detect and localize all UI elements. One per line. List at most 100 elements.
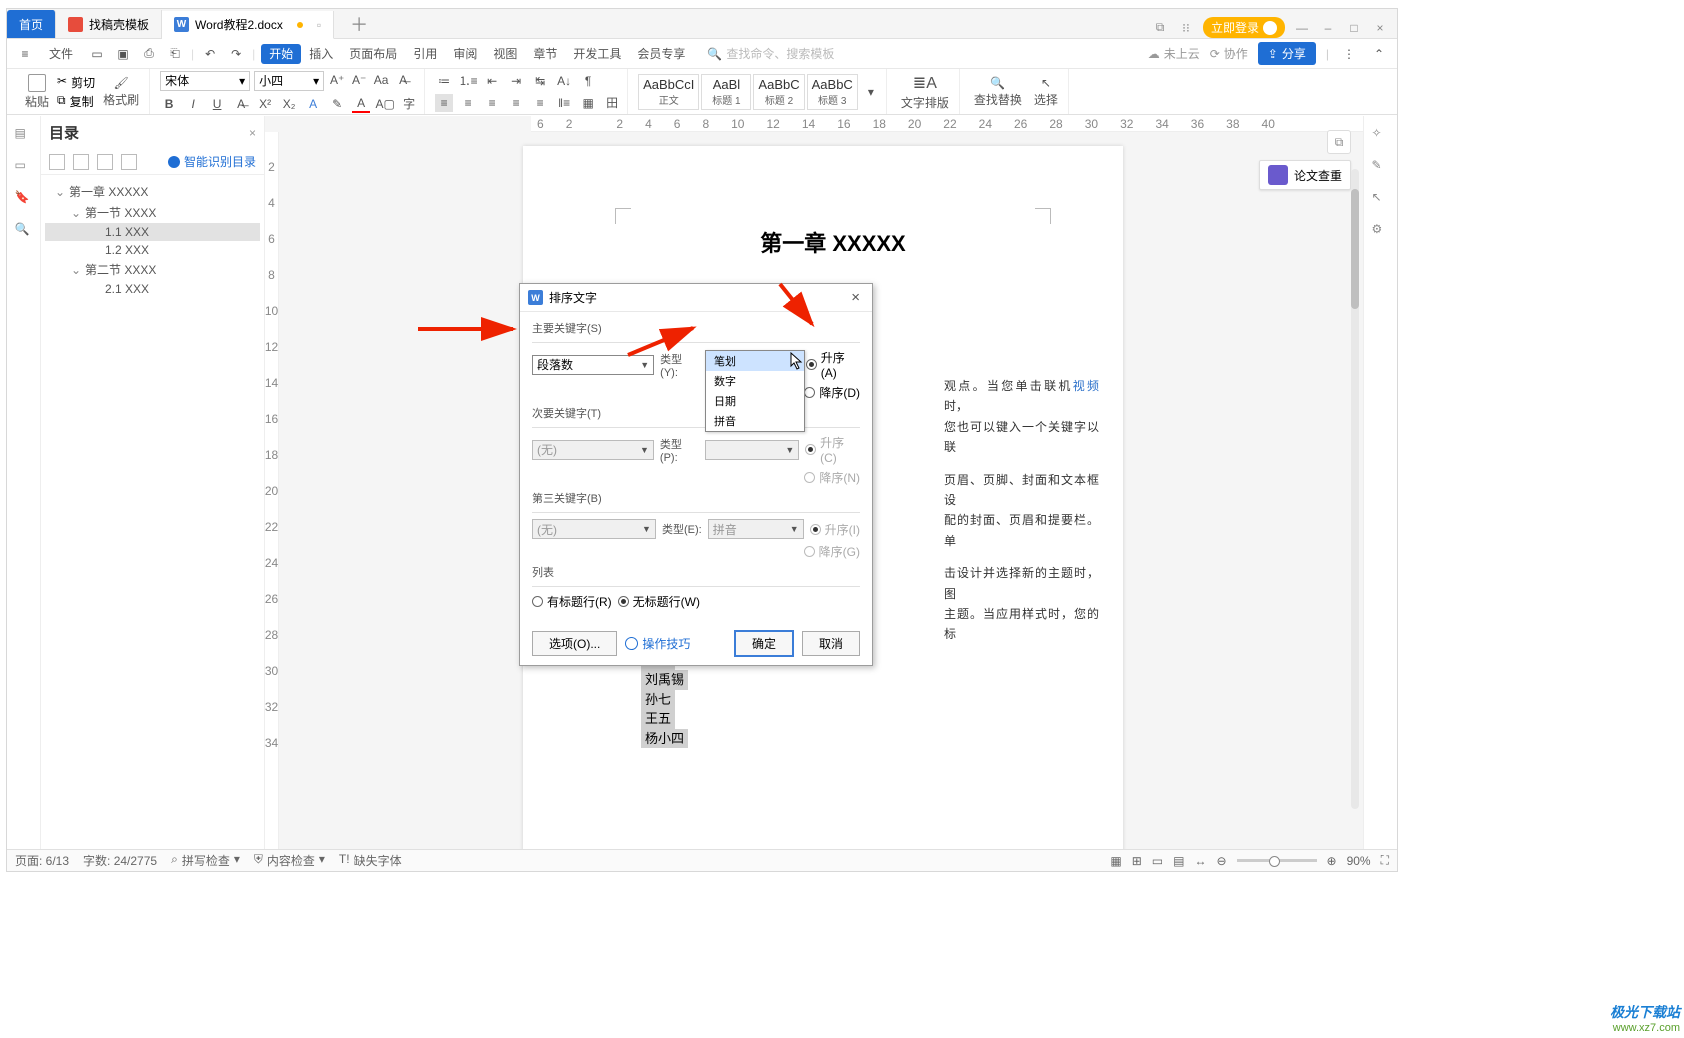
dropdown-option[interactable]: 数字 — [706, 371, 804, 391]
rr-select-icon[interactable]: ↖ — [1372, 190, 1390, 208]
outline-node[interactable]: 1.1 XXX — [45, 223, 260, 241]
text-layout-button[interactable]: ≣A文字排版 — [897, 71, 953, 113]
rr-ai-icon[interactable]: ✧ — [1372, 126, 1390, 144]
ok-button[interactable]: 确定 — [734, 630, 794, 657]
zoom-in-icon[interactable]: ⊕ — [1327, 854, 1337, 868]
command-search[interactable]: 🔍查找命令、搜索模板 — [707, 45, 834, 62]
justify-icon[interactable]: ≡ — [507, 94, 525, 112]
smart-outline-link[interactable]: 智能识别目录 — [168, 153, 256, 170]
undo-icon[interactable]: ↶ — [200, 44, 220, 64]
outline-node[interactable]: ⌄第一章 XXXXX — [45, 181, 260, 202]
redo-icon[interactable]: ↷ — [226, 44, 246, 64]
font-size-combo[interactable]: 小四▾ — [254, 71, 324, 91]
print-preview-icon[interactable]: ⎗ — [165, 44, 185, 64]
view-mode-read-icon[interactable]: ▦ — [1110, 854, 1121, 868]
styles-more-icon[interactable]: ▾ — [862, 83, 880, 101]
thumbnail-rail-icon[interactable]: ▭ — [15, 158, 33, 176]
outline-tool-4-icon[interactable] — [121, 154, 137, 170]
tab-menu-icon[interactable]: ▫ — [317, 18, 321, 32]
shading-icon[interactable]: A▢ — [376, 95, 394, 113]
zoom-slider[interactable] — [1237, 859, 1317, 862]
tab-home[interactable]: 首页 — [7, 10, 56, 38]
grow-font-icon[interactable]: A⁺ — [328, 71, 346, 89]
expand-icon[interactable]: ⌃ — [1369, 44, 1389, 64]
zoom-value[interactable]: 90% — [1347, 854, 1371, 868]
numbering-icon[interactable]: ⒈≡ — [459, 72, 477, 90]
no-header-radio[interactable]: 无标题行(W) — [618, 593, 700, 610]
sort-icon[interactable]: A↓ — [555, 72, 573, 90]
para-shading-icon[interactable]: ▦ — [579, 94, 597, 112]
maximize-icon[interactable]: □ — [1345, 19, 1363, 37]
underline-icon[interactable]: U — [208, 95, 226, 113]
horizontal-ruler[interactable]: 62246810121416182022242628303234363840 — [531, 116, 1363, 132]
search-rail-icon[interactable]: 🔍 — [15, 222, 33, 240]
close-window-icon[interactable]: × — [1371, 19, 1389, 37]
login-button[interactable]: 立即登录 — [1203, 17, 1285, 38]
clear-format-icon[interactable]: A̶ — [394, 71, 412, 89]
font-color-icon[interactable]: A — [352, 95, 370, 113]
view-mode-web-icon[interactable]: ⊞ — [1132, 854, 1142, 868]
scrollbar-thumb[interactable] — [1351, 189, 1359, 309]
header-toggle-button[interactable]: ⧉ — [1327, 130, 1351, 154]
new-tab[interactable]: ＋ — [334, 10, 384, 38]
asc-a-radio[interactable]: 升序(A) — [806, 349, 860, 380]
menu-章节[interactable]: 章节 — [525, 44, 565, 64]
desc-d-radio[interactable]: 降序(D) — [804, 384, 860, 401]
subscript-icon[interactable]: X₂ — [280, 95, 298, 113]
tab-settings-icon[interactable]: ↹ — [531, 72, 549, 90]
bookmark-rail-icon[interactable]: 🔖 — [15, 190, 33, 208]
save-icon[interactable]: ▣ — [113, 44, 133, 64]
status-content-check[interactable]: ⛨内容检查▾ — [254, 852, 325, 869]
menu-开发工具[interactable]: 开发工具 — [565, 44, 629, 64]
close-outline-icon[interactable]: × — [249, 126, 256, 140]
decrease-indent-icon[interactable]: ⇤ — [483, 72, 501, 90]
menu-页面布局[interactable]: 页面布局 — [341, 44, 405, 64]
align-center-icon[interactable]: ≡ — [459, 94, 477, 112]
tab-template[interactable]: 找稿壳模板 — [56, 10, 162, 38]
shrink-font-icon[interactable]: A⁻ — [350, 71, 368, 89]
outline-node[interactable]: ⌄第一节 XXXX — [45, 202, 260, 223]
share-button[interactable]: ⇪分享 — [1258, 42, 1316, 65]
copy-button[interactable]: ⧉复制 — [57, 93, 95, 110]
paper-check-button[interactable]: 论文查重 — [1259, 160, 1351, 190]
menu-会员专享[interactable]: 会员专享 — [629, 44, 693, 64]
view-mode-outline-icon[interactable]: ▤ — [1173, 854, 1184, 868]
borders-icon[interactable]: 田 — [603, 94, 621, 112]
format-painter-button[interactable]: 🖌格式刷 — [99, 74, 143, 110]
change-case-icon[interactable]: Aa — [372, 71, 390, 89]
secondary-key-combo[interactable]: (无)▼ — [532, 440, 654, 460]
vertical-ruler[interactable]: 246810121416182022242628303234 — [265, 132, 279, 849]
bullets-icon[interactable]: ≔ — [435, 72, 453, 90]
outline-tool-3-icon[interactable] — [97, 154, 113, 170]
dropdown-option[interactable]: 日期 — [706, 391, 804, 411]
video-link[interactable]: 视频 — [1073, 379, 1099, 393]
apps-icon[interactable]: ⁝⁝ — [1177, 19, 1195, 37]
open-icon[interactable]: ▭ — [87, 44, 107, 64]
tips-link[interactable]: 操作技巧 — [625, 635, 690, 652]
style-标题 2[interactable]: AaBbC标题 2 — [753, 74, 804, 110]
outline-node[interactable]: 2.1 XXX — [45, 280, 260, 298]
phonetic-icon[interactable]: 字 — [400, 95, 418, 113]
status-words[interactable]: 字数: 24/2775 — [83, 852, 157, 869]
style-标题 3[interactable]: AaBbC标题 3 — [807, 74, 858, 110]
tab-document[interactable]: WWord教程2.docx▫ — [162, 11, 334, 39]
menu-审阅[interactable]: 审阅 — [445, 44, 485, 64]
bold-icon[interactable]: B — [160, 95, 178, 113]
with-header-radio[interactable]: 有标题行(R) — [532, 593, 612, 610]
window-menu-icon[interactable]: — — [1293, 19, 1311, 37]
menu-开始[interactable]: 开始 — [261, 44, 301, 64]
cancel-button[interactable]: 取消 — [802, 631, 860, 656]
para-marks-icon[interactable]: ¶ — [579, 72, 597, 90]
menu-引用[interactable]: 引用 — [405, 44, 445, 64]
highlight-icon[interactable]: ✎ — [328, 95, 346, 113]
dialog-titlebar[interactable]: W 排序文字 × — [520, 284, 872, 312]
more-menu-icon[interactable]: ⋮ — [1339, 44, 1359, 64]
coop-button[interactable]: ⟳协作 — [1210, 45, 1248, 62]
cloud-status[interactable]: ☁未上云 — [1148, 45, 1200, 62]
superscript-icon[interactable]: X² — [256, 95, 274, 113]
outline-rail-icon[interactable]: ▤ — [15, 126, 33, 144]
style-正文[interactable]: AaBbCcI正文 — [638, 74, 699, 110]
menu-插入[interactable]: 插入 — [301, 44, 341, 64]
line-spacing-icon[interactable]: ‖≡ — [555, 94, 573, 112]
align-right-icon[interactable]: ≡ — [483, 94, 501, 112]
